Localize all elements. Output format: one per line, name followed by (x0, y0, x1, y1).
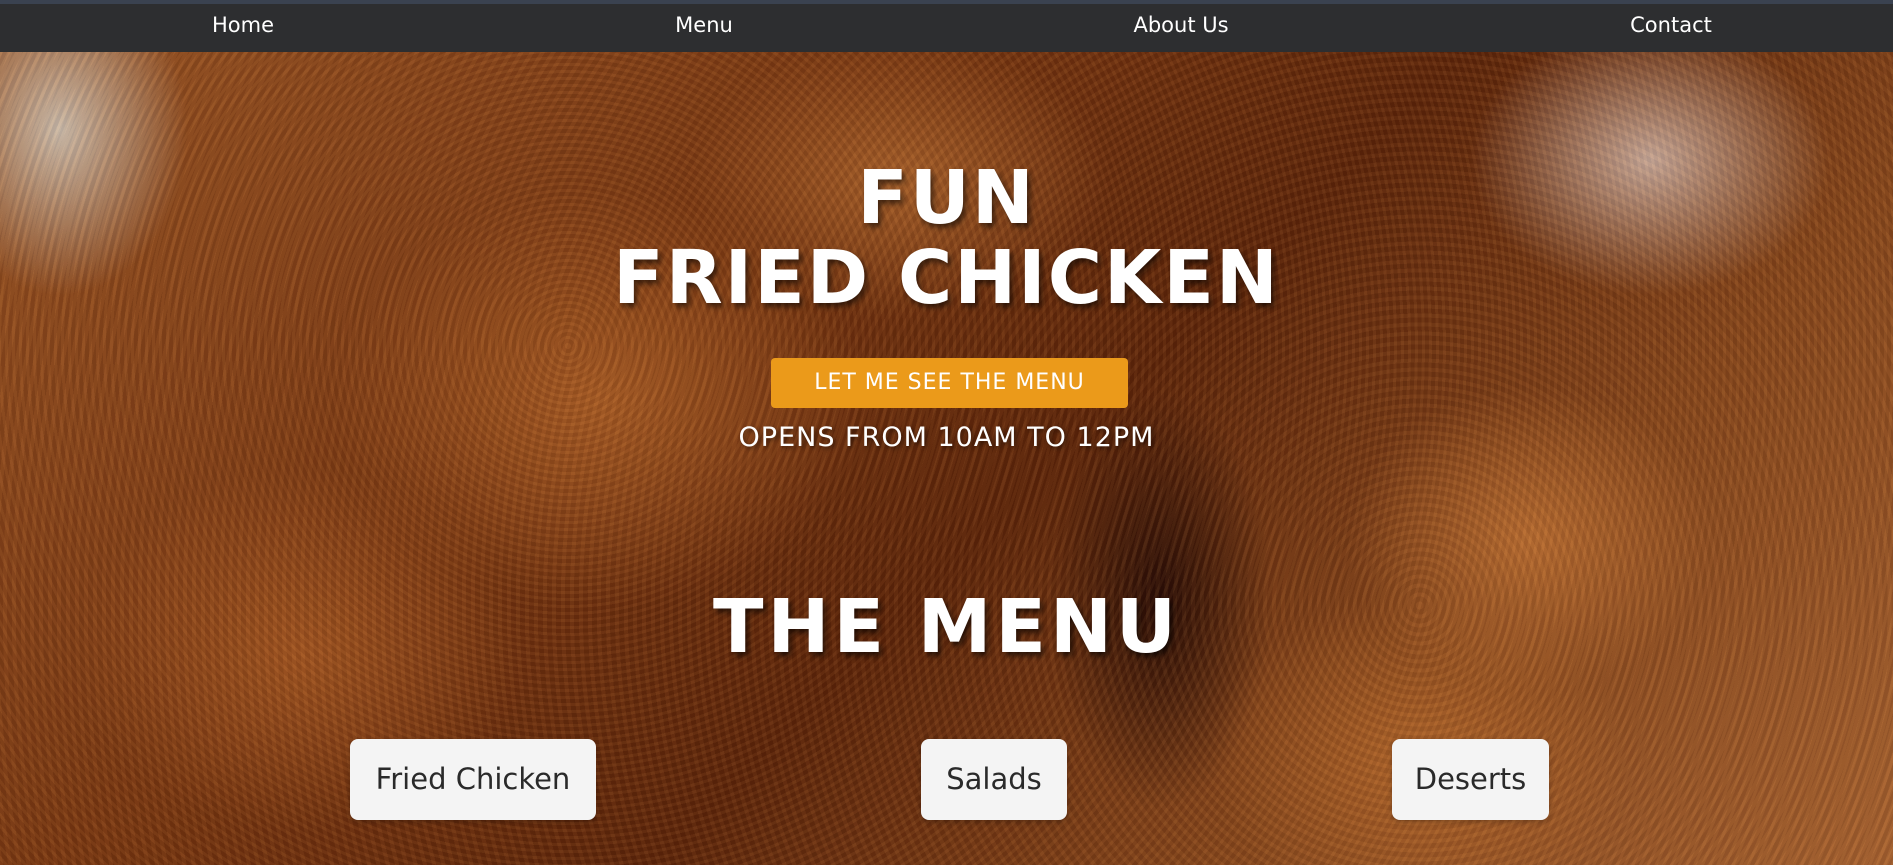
hero-title-line-2: FRIED CHICKEN (613, 235, 1280, 321)
nav-about-link[interactable]: About Us (1133, 13, 1228, 37)
see-menu-button[interactable]: LET ME SEE THE MENU (771, 358, 1128, 408)
opening-hours: OPENS FROM 10AM TO 12PM (738, 422, 1155, 453)
menu-category-fried-chicken[interactable]: Fried Chicken (350, 739, 596, 820)
menu-category-salads[interactable]: Salads (921, 739, 1067, 820)
nav-contact-link[interactable]: Contact (1630, 13, 1712, 37)
menu-category-deserts[interactable]: Deserts (1392, 739, 1549, 820)
top-navbar: Home Menu About Us Contact (0, 0, 1893, 52)
nav-home-link[interactable]: Home (212, 13, 274, 37)
hero-title-line-1: FUN (857, 155, 1036, 241)
menu-heading: THE MENU (713, 584, 1180, 670)
nav-menu-link[interactable]: Menu (675, 13, 733, 37)
